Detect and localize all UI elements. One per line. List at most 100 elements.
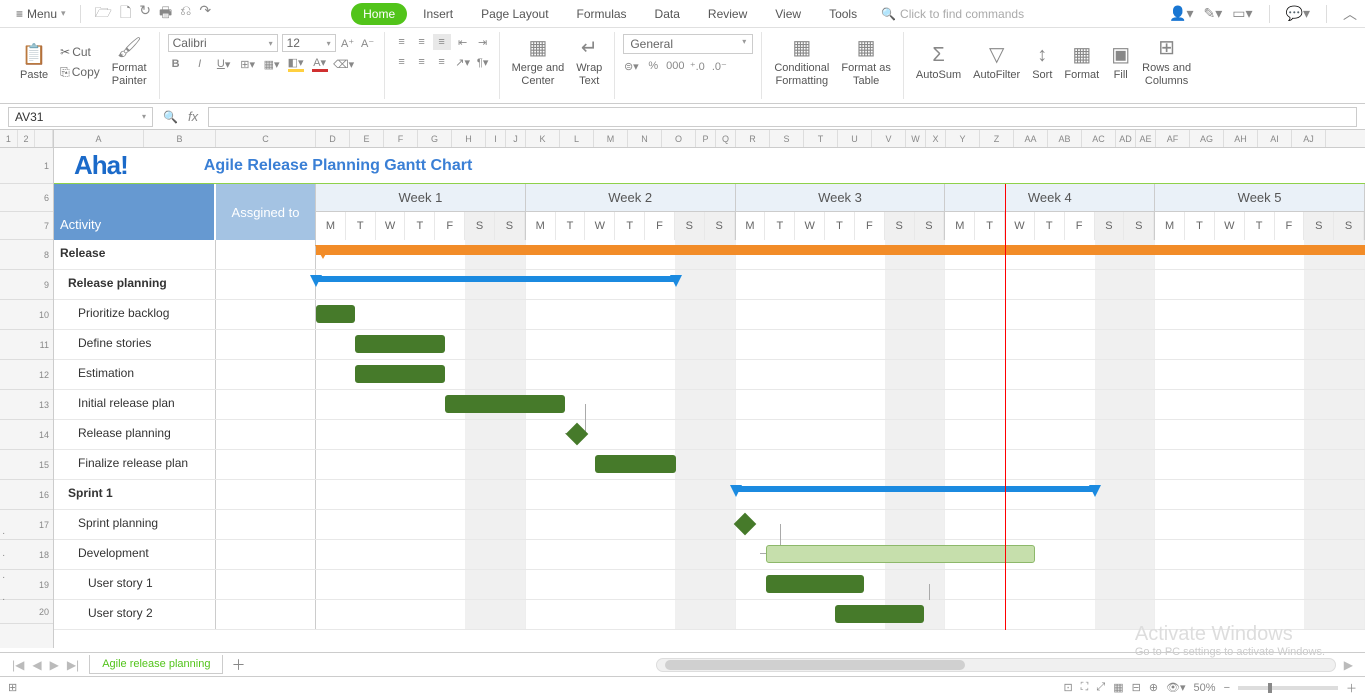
zoom-icon[interactable]: 🔍: [163, 110, 178, 124]
row-header[interactable]: 10: [0, 300, 53, 330]
col-header-V[interactable]: V: [872, 130, 906, 147]
col-header-H[interactable]: H: [452, 130, 486, 147]
formula-input[interactable]: [208, 107, 1357, 127]
mode-icon[interactable]: ⊞: [8, 681, 17, 694]
borders-button[interactable]: ⊞▾: [240, 56, 256, 72]
col-header-L[interactable]: L: [560, 130, 594, 147]
fill-color-button[interactable]: ◧▾: [288, 56, 304, 72]
align-middle[interactable]: ≡: [413, 34, 431, 50]
col-header-M[interactable]: M: [594, 130, 628, 147]
orientation-button[interactable]: ↗▾: [455, 54, 471, 70]
col-header-R[interactable]: R: [736, 130, 770, 147]
gantt-bar[interactable]: [316, 276, 676, 282]
cut-button[interactable]: ✂Cut: [56, 43, 104, 61]
col-header-P[interactable]: P: [696, 130, 716, 147]
increase-indent[interactable]: ⇥: [475, 34, 491, 50]
rtl-button[interactable]: ¶▾: [475, 54, 491, 70]
col-header-B[interactable]: B: [144, 130, 216, 147]
decrease-decimal-icon[interactable]: .0⁻: [711, 58, 727, 74]
autosum-button[interactable]: ΣAutoSum: [912, 41, 965, 84]
row-header[interactable]: 1: [0, 148, 53, 184]
view-grid-icon[interactable]: ▦: [1113, 681, 1123, 694]
outline-corner[interactable]: 12: [0, 130, 54, 147]
col-header-X[interactable]: X: [926, 130, 946, 147]
col-header-A[interactable]: A: [54, 130, 144, 147]
gantt-bar[interactable]: [355, 335, 445, 353]
format-as-table-button[interactable]: ▦Format as Table: [837, 34, 895, 90]
redo-icon[interactable]: ↷: [199, 2, 211, 26]
col-header-Y[interactable]: Y: [946, 130, 980, 147]
col-header-AB[interactable]: AB: [1048, 130, 1082, 147]
align-center[interactable]: ≡: [413, 54, 431, 70]
decrease-font-icon[interactable]: A⁻: [360, 35, 376, 51]
gantt-bar[interactable]: [835, 605, 925, 623]
col-header-U[interactable]: U: [838, 130, 872, 147]
rows-cols-button[interactable]: ⊞Rows and Columns: [1138, 34, 1195, 90]
col-header-AC[interactable]: AC: [1082, 130, 1116, 147]
view-expand-icon[interactable]: ⤢: [1096, 681, 1105, 694]
col-header-AH[interactable]: AH: [1224, 130, 1258, 147]
font-name-select[interactable]: Calibri▾: [168, 34, 278, 52]
row-header[interactable]: 9: [0, 270, 53, 300]
command-search[interactable]: 🔍 Click to find commands: [881, 7, 1024, 21]
col-header-AG[interactable]: AG: [1190, 130, 1224, 147]
tab-nav-prev[interactable]: ◀: [28, 658, 45, 672]
autofilter-button[interactable]: ▽AutoFilter: [969, 41, 1024, 84]
col-header-AE[interactable]: AE: [1136, 130, 1156, 147]
tab-nav-first[interactable]: |◀: [8, 658, 28, 672]
row-header[interactable]: 7: [0, 212, 53, 240]
user-icon[interactable]: 👤▾: [1169, 5, 1193, 22]
increase-decimal-icon[interactable]: ⁺.0: [689, 58, 705, 74]
col-header-AI[interactable]: AI: [1258, 130, 1292, 147]
format-painter-button[interactable]: 🖌Format Painter: [108, 34, 151, 90]
col-header-E[interactable]: E: [350, 130, 384, 147]
gantt-bar[interactable]: [736, 486, 1096, 492]
gantt-bar[interactable]: [766, 575, 865, 593]
number-format-select[interactable]: General▾: [623, 34, 753, 54]
col-header-T[interactable]: T: [804, 130, 838, 147]
gantt-bar[interactable]: [766, 545, 1036, 563]
row-header[interactable]: 8: [0, 240, 53, 270]
currency-icon[interactable]: ⊜▾: [623, 58, 639, 74]
col-header-C[interactable]: C: [216, 130, 316, 147]
view-split-icon[interactable]: ⊟: [1132, 681, 1141, 694]
save-icon[interactable]: 🗋: [120, 2, 131, 26]
row-header[interactable]: 11: [0, 330, 53, 360]
col-header-AJ[interactable]: AJ: [1292, 130, 1326, 147]
clear-format-button[interactable]: ⌫▾: [336, 56, 352, 72]
paste-button[interactable]: 📋Paste: [16, 41, 52, 84]
col-header-AD[interactable]: AD: [1116, 130, 1136, 147]
copy-button[interactable]: ⎘Copy: [56, 63, 104, 82]
conditional-formatting-button[interactable]: ▦Conditional Formatting: [770, 34, 833, 90]
gantt-bar[interactable]: [316, 245, 1365, 255]
zoom-slider[interactable]: [1238, 686, 1338, 690]
sheet-tab[interactable]: Agile release planning: [89, 655, 223, 674]
zoom-out-button[interactable]: −: [1224, 682, 1230, 694]
tab-tools[interactable]: Tools: [817, 3, 869, 25]
chat-icon[interactable]: 💬▾: [1286, 5, 1310, 22]
col-header-G[interactable]: G: [418, 130, 452, 147]
col-header-K[interactable]: K: [526, 130, 560, 147]
col-header-N[interactable]: N: [628, 130, 662, 147]
name-box[interactable]: AV31▾: [8, 107, 153, 127]
font-color-button[interactable]: A▾: [312, 56, 328, 72]
open-icon[interactable]: 🗁: [95, 2, 112, 26]
col-header-S[interactable]: S: [770, 130, 804, 147]
view-eye-icon[interactable]: 👁▾: [1166, 681, 1186, 694]
tab-page-layout[interactable]: Page Layout: [469, 3, 560, 25]
print-preview-icon[interactable]: 🖶: [159, 2, 172, 26]
row-header[interactable]: 12: [0, 360, 53, 390]
comma-icon[interactable]: 000: [667, 58, 683, 74]
row-header[interactable]: 13: [0, 390, 53, 420]
align-left[interactable]: ≡: [393, 54, 411, 70]
collapse-ribbon-icon[interactable]: ︿: [1343, 4, 1357, 24]
fx-icon[interactable]: fx: [188, 109, 198, 124]
decrease-indent[interactable]: ⇤: [455, 34, 471, 50]
col-header-J[interactable]: J: [506, 130, 526, 147]
col-header-I[interactable]: I: [486, 130, 506, 147]
view-freeze-icon[interactable]: ⊕: [1149, 681, 1158, 694]
view-normal-icon[interactable]: ⊡: [1063, 681, 1072, 694]
zoom-percent[interactable]: 50%: [1194, 682, 1216, 694]
tab-home[interactable]: Home: [351, 3, 407, 25]
wrap-text-button[interactable]: ↵Wrap Text: [572, 34, 606, 90]
